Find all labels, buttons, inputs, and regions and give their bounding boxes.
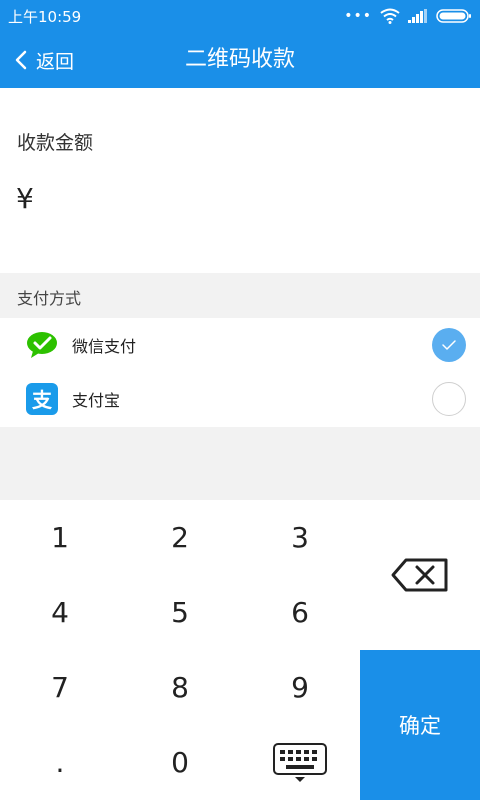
amount-label: 收款金额 — [17, 132, 94, 154]
payment-option-wechat[interactable]: 微信支付 — [0, 318, 480, 372]
backspace-icon — [391, 558, 448, 592]
battery-icon — [436, 9, 471, 23]
app-bar: 返回 二维码收款 — [0, 32, 480, 88]
key-5[interactable]: 5 — [120, 575, 240, 650]
amount-input[interactable] — [48, 178, 448, 218]
wechat-pay-icon — [27, 332, 57, 358]
signal-icon — [408, 9, 427, 23]
alipay-icon: 支 — [26, 383, 58, 415]
payment-option-label: 微信支付 — [72, 337, 137, 356]
chevron-left-icon — [15, 50, 27, 70]
wifi-icon — [380, 8, 400, 24]
payment-option-label: 支付宝 — [72, 391, 121, 410]
payment-option-alipay[interactable]: 支 支付宝 — [0, 372, 480, 426]
backspace-button[interactable] — [360, 500, 480, 650]
payment-method-header: 支付方式 — [0, 273, 480, 318]
spacer — [0, 427, 480, 500]
status-icons: ••• — [344, 7, 472, 25]
number-keypad: 1 2 3 4 5 6 7 8 9 . 0 确定 — [0, 500, 480, 800]
key-2[interactable]: 2 — [120, 500, 240, 575]
checkmark-icon — [442, 340, 456, 350]
key-6[interactable]: 6 — [240, 575, 360, 650]
amount-section: 收款金额 ¥ — [0, 88, 480, 273]
key-decimal[interactable]: . — [0, 725, 120, 800]
status-time: 上午10:59 — [8, 8, 82, 26]
status-bar: 上午10:59 ••• — [0, 0, 480, 32]
back-button[interactable]: 返回 — [14, 32, 74, 88]
radio-unchecked[interactable] — [432, 382, 466, 416]
key-8[interactable]: 8 — [120, 650, 240, 725]
more-dots-icon: ••• — [344, 8, 372, 24]
payment-method-list: 微信支付 支 支付宝 — [0, 318, 480, 427]
radio-checked[interactable] — [432, 328, 466, 362]
key-1[interactable]: 1 — [0, 500, 120, 575]
keyboard-icon — [273, 742, 327, 782]
key-0[interactable]: 0 — [120, 725, 240, 800]
key-4[interactable]: 4 — [0, 575, 120, 650]
payment-method-title: 支付方式 — [17, 289, 82, 308]
hide-keyboard-button[interactable] — [240, 725, 360, 800]
key-9[interactable]: 9 — [240, 650, 360, 725]
key-3[interactable]: 3 — [240, 500, 360, 575]
confirm-button[interactable]: 确定 — [360, 650, 480, 800]
svg-text:支: 支 — [32, 388, 53, 412]
key-7[interactable]: 7 — [0, 650, 120, 725]
back-label: 返回 — [36, 50, 75, 73]
currency-symbol: ¥ — [16, 182, 34, 215]
